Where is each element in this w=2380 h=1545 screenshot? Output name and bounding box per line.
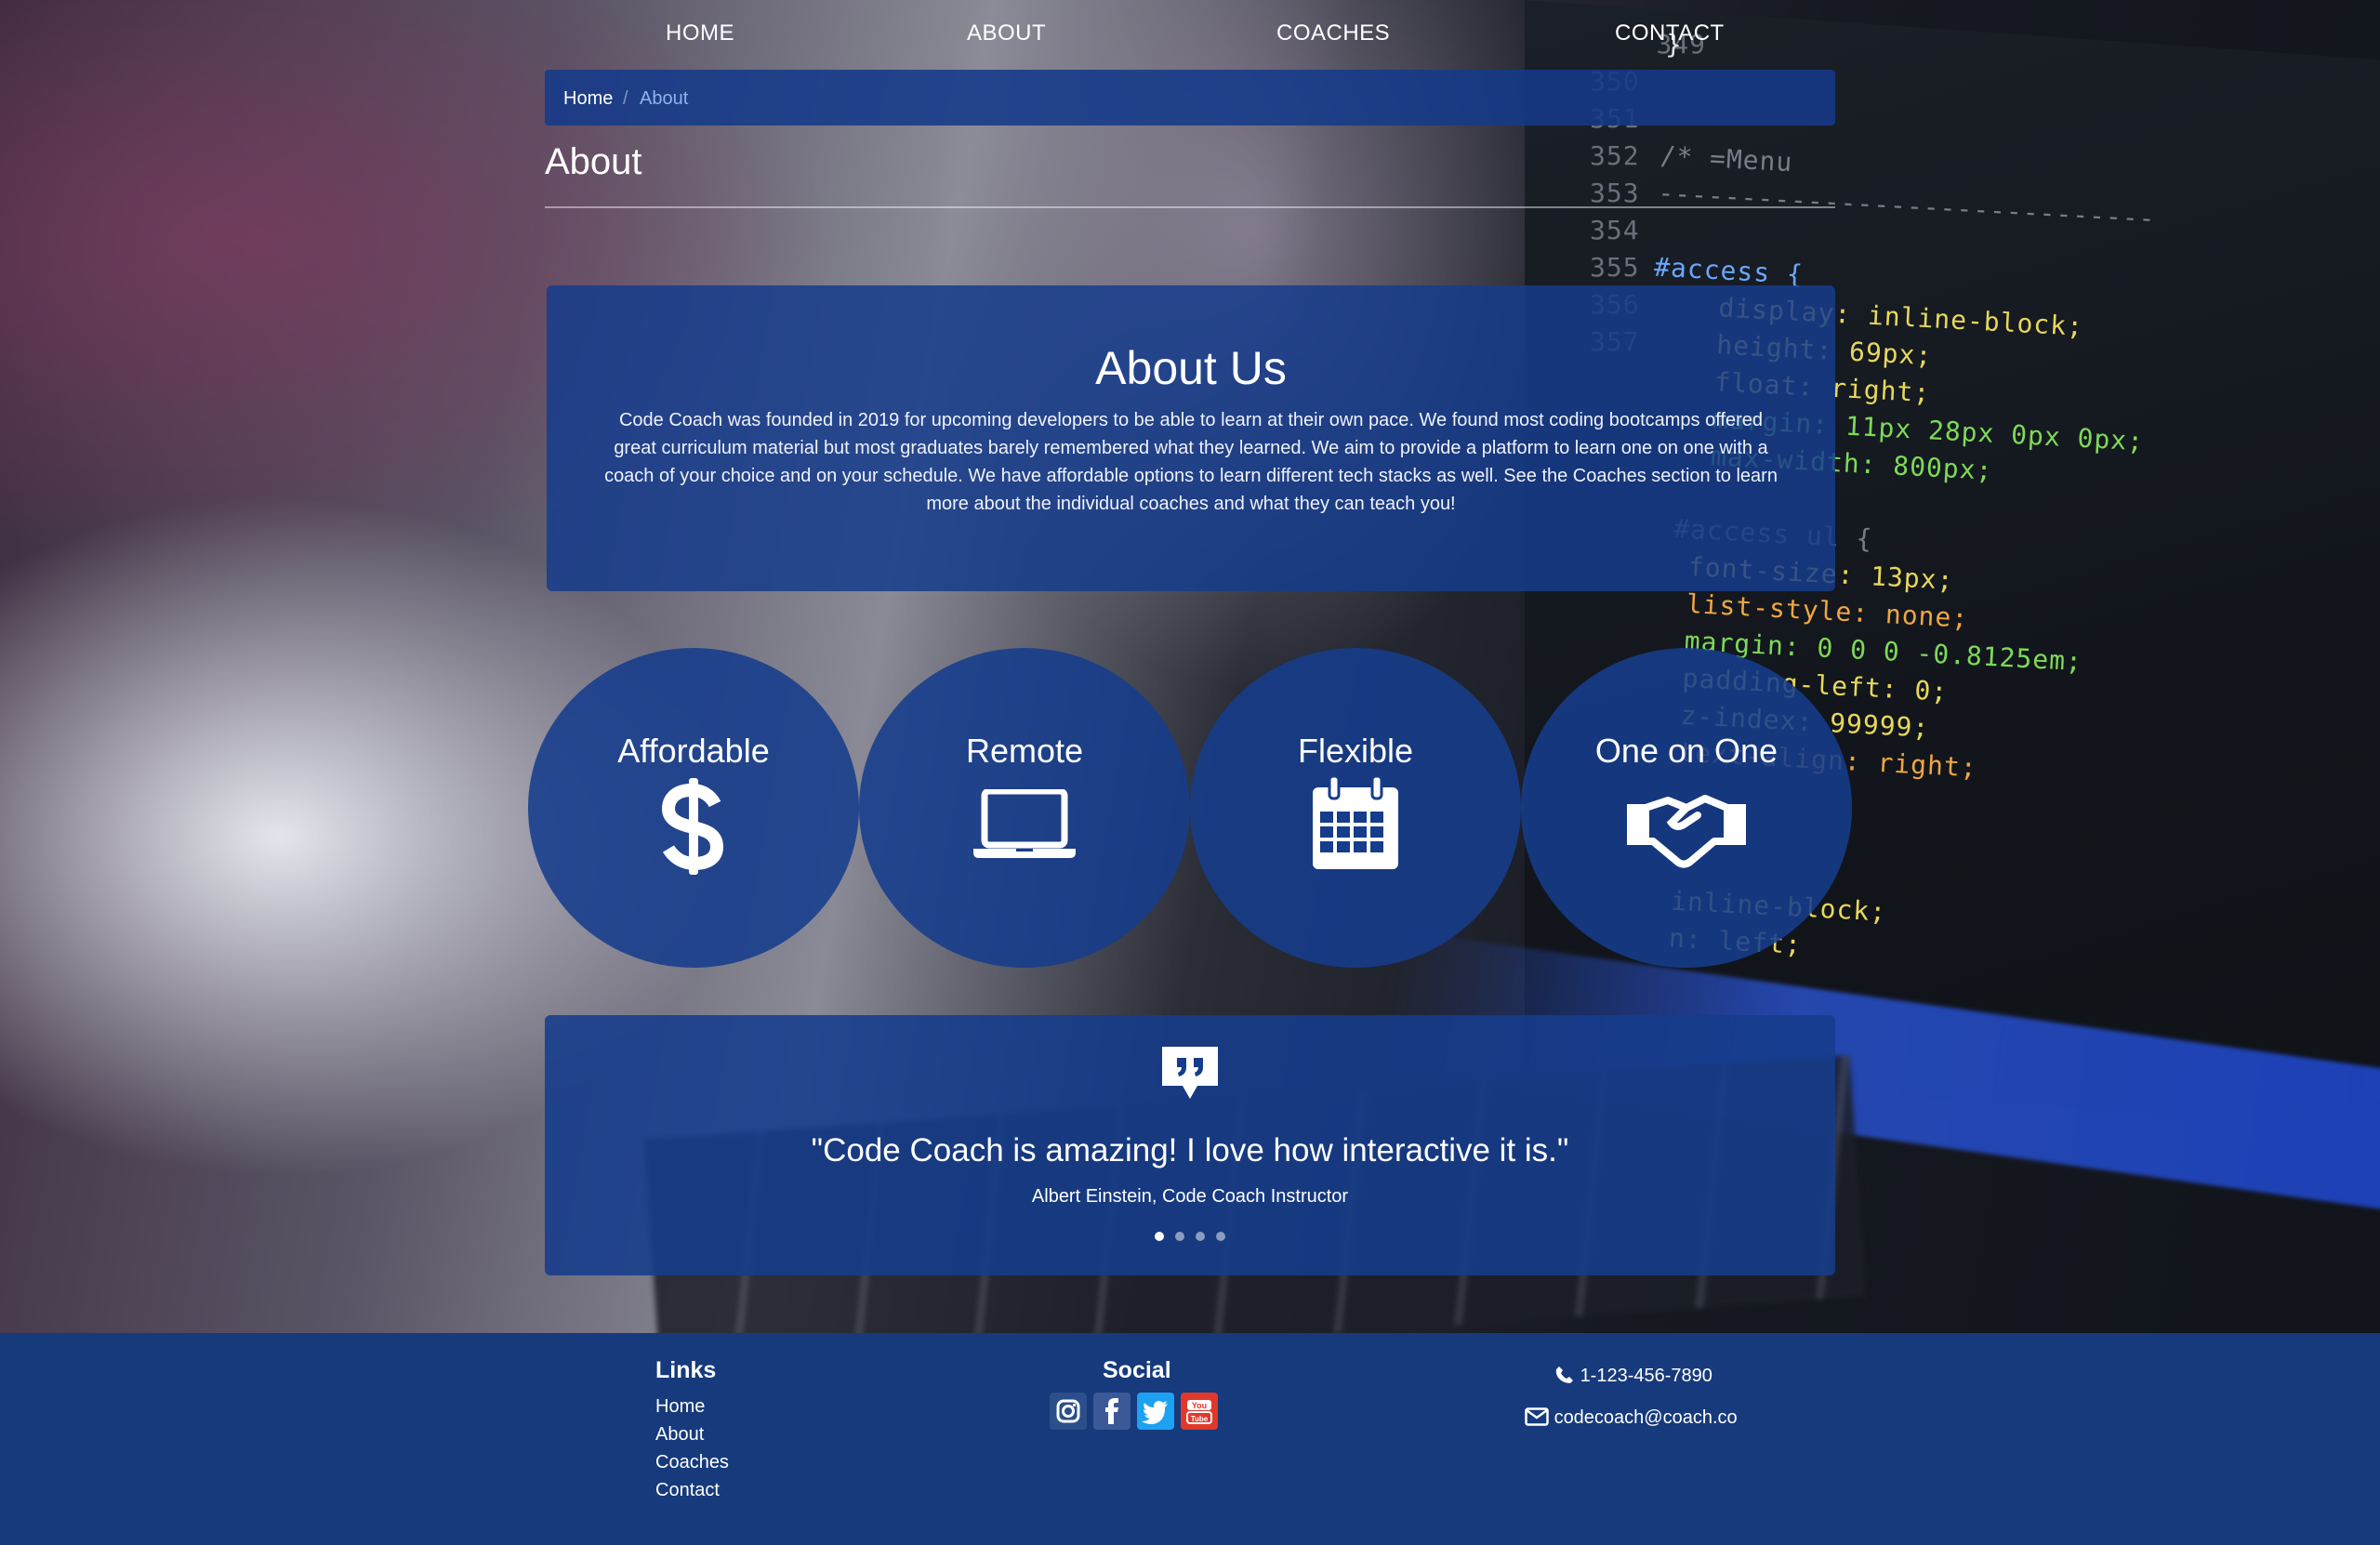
breadcrumb-current: About bbox=[640, 88, 689, 109]
footer-link-home[interactable]: Home bbox=[655, 1396, 705, 1418]
feature-label: Remote bbox=[965, 732, 1084, 770]
dollar-icon bbox=[661, 778, 724, 875]
breadcrumb: Home / About bbox=[545, 70, 1835, 125]
carousel-dot[interactable] bbox=[1155, 1232, 1164, 1241]
carousel-dot[interactable] bbox=[1175, 1232, 1184, 1241]
twitter-icon[interactable] bbox=[1137, 1393, 1174, 1430]
nav-contact[interactable]: CONTACT bbox=[1615, 20, 1725, 46]
carousel-dot[interactable] bbox=[1196, 1232, 1205, 1241]
feature-label: One on One bbox=[1594, 732, 1778, 770]
svg-text:You: You bbox=[1192, 1401, 1207, 1410]
testimonial-carousel: "Code Coach is amazing! I love how inter… bbox=[545, 1015, 1835, 1275]
title-divider bbox=[545, 206, 1835, 208]
feature-label: Flexible bbox=[1297, 732, 1414, 770]
footer-social-heading: Social bbox=[1103, 1357, 1171, 1383]
feature-remote: Remote bbox=[859, 648, 1190, 968]
nav-about[interactable]: ABOUT bbox=[967, 20, 1046, 46]
top-nav: HOME ABOUT COACHES CONTACT bbox=[545, 0, 1835, 69]
testimonial-quote: "Code Coach is amazing! I love how inter… bbox=[811, 1132, 1569, 1169]
phone-icon bbox=[1555, 1367, 1573, 1383]
carousel-dot[interactable] bbox=[1216, 1232, 1225, 1241]
about-panel: About Us Code Coach was founded in 2019 … bbox=[547, 285, 1835, 591]
feature-one-on-one: One on One bbox=[1521, 648, 1852, 968]
nav-coaches[interactable]: COACHES bbox=[1276, 20, 1390, 46]
calendar-icon bbox=[1313, 776, 1398, 869]
footer-email-text[interactable]: codecoach@coach.co bbox=[1554, 1407, 1738, 1428]
feature-label: Affordable bbox=[617, 732, 770, 770]
breadcrumb-home[interactable]: Home bbox=[563, 88, 613, 110]
about-text: Code Coach was founded in 2019 for upcom… bbox=[604, 410, 1778, 514]
laptop-icon bbox=[973, 789, 1076, 858]
page-title: About bbox=[545, 141, 642, 182]
footer-email: codecoach@coach.co bbox=[1525, 1407, 1738, 1429]
carousel-indicators bbox=[545, 1229, 1835, 1246]
footer: Links Home About Coaches Contact Social … bbox=[0, 1333, 2380, 1545]
feature-affordable: Affordable bbox=[528, 648, 859, 968]
feature-flexible: Flexible bbox=[1190, 648, 1521, 968]
footer-phone-text[interactable]: 1-123-456-7890 bbox=[1580, 1366, 1712, 1386]
footer-link-contact[interactable]: Contact bbox=[655, 1480, 720, 1501]
quote-icon bbox=[1162, 1047, 1218, 1099]
handshake-icon bbox=[1627, 795, 1746, 868]
instagram-icon[interactable] bbox=[1050, 1393, 1087, 1430]
envelope-icon bbox=[1525, 1407, 1549, 1426]
breadcrumb-separator: / bbox=[623, 88, 628, 109]
svg-text:Tube: Tube bbox=[1191, 1415, 1209, 1423]
footer-phone: 1-123-456-7890 bbox=[1554, 1365, 1712, 1387]
footer-link-about[interactable]: About bbox=[655, 1424, 704, 1446]
testimonial-author: Albert Einstein, Code Coach Instructor bbox=[1031, 1186, 1349, 1207]
footer-links-heading: Links bbox=[655, 1357, 717, 1383]
nav-home[interactable]: HOME bbox=[666, 20, 734, 46]
facebook-icon[interactable] bbox=[1093, 1393, 1130, 1430]
youtube-icon[interactable]: You Tube bbox=[1181, 1393, 1218, 1430]
about-heading: About Us bbox=[1095, 342, 1287, 394]
footer-link-coaches[interactable]: Coaches bbox=[655, 1452, 729, 1473]
